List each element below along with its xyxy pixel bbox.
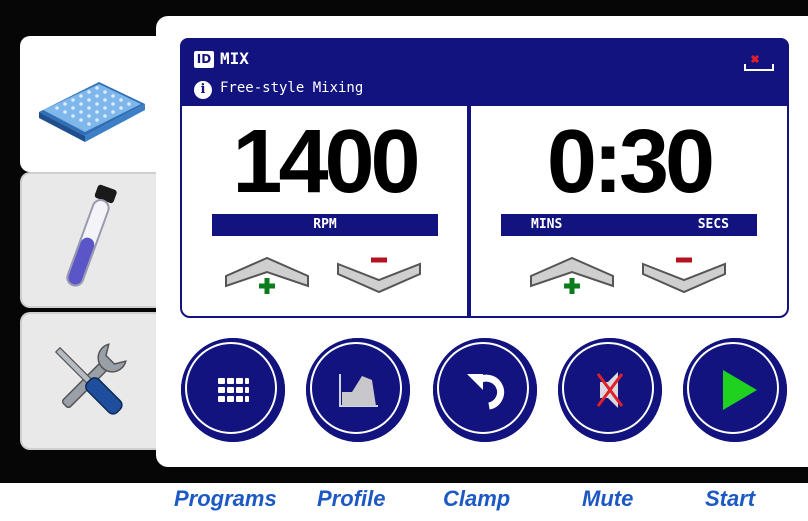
test-tube-icon	[66, 184, 117, 287]
seconds-label: SECS	[697, 217, 729, 232]
undo-arrow-icon	[467, 374, 505, 410]
programs-caption: Programs	[174, 486, 277, 511]
profile-button[interactable]	[306, 338, 410, 442]
clamp-caption: Clamp	[443, 486, 511, 511]
timer-decrease-button[interactable]	[639, 252, 729, 302]
profile-chart-icon	[339, 374, 378, 407]
start-button[interactable]	[683, 338, 787, 442]
tab-tube[interactable]	[20, 172, 156, 308]
rpm-panel: 1400 RPM	[180, 104, 469, 318]
program-header: ID MIX i Free-style Mixing	[180, 38, 789, 104]
program-description: Free-style Mixing	[220, 80, 364, 96]
start-caption: Start	[705, 486, 756, 511]
timer-label-bar: MINS SECS	[501, 214, 757, 236]
muted-speaker-icon	[596, 372, 624, 408]
programs-button[interactable]	[181, 338, 285, 442]
mute-button[interactable]	[558, 338, 662, 442]
info-icon: i	[194, 81, 212, 99]
id-badge-icon: ID	[194, 51, 214, 68]
timer-value: 0:30	[546, 112, 715, 212]
minutes-label: MINS	[531, 217, 563, 232]
mute-caption: Mute	[582, 486, 634, 511]
program-name: MIX	[220, 49, 249, 68]
microplate-icon	[39, 82, 145, 142]
wrench-screwdriver-icon	[54, 343, 127, 415]
timer-panel: 0:30 MINS SECS	[469, 104, 789, 318]
rpm-increase-button[interactable]	[222, 252, 312, 302]
tab-microplate[interactable]	[20, 36, 156, 172]
grid-icon	[218, 378, 249, 402]
tab-settings[interactable]	[20, 312, 156, 450]
rpm-value: 1400	[232, 112, 420, 212]
play-icon	[723, 370, 757, 410]
rpm-label: RPM	[212, 214, 438, 236]
timer-increase-button[interactable]	[527, 252, 617, 302]
rpm-decrease-button[interactable]	[334, 252, 424, 302]
clamp-button[interactable]	[433, 338, 537, 442]
profile-caption: Profile	[317, 486, 386, 511]
close-icon[interactable]	[743, 52, 775, 74]
